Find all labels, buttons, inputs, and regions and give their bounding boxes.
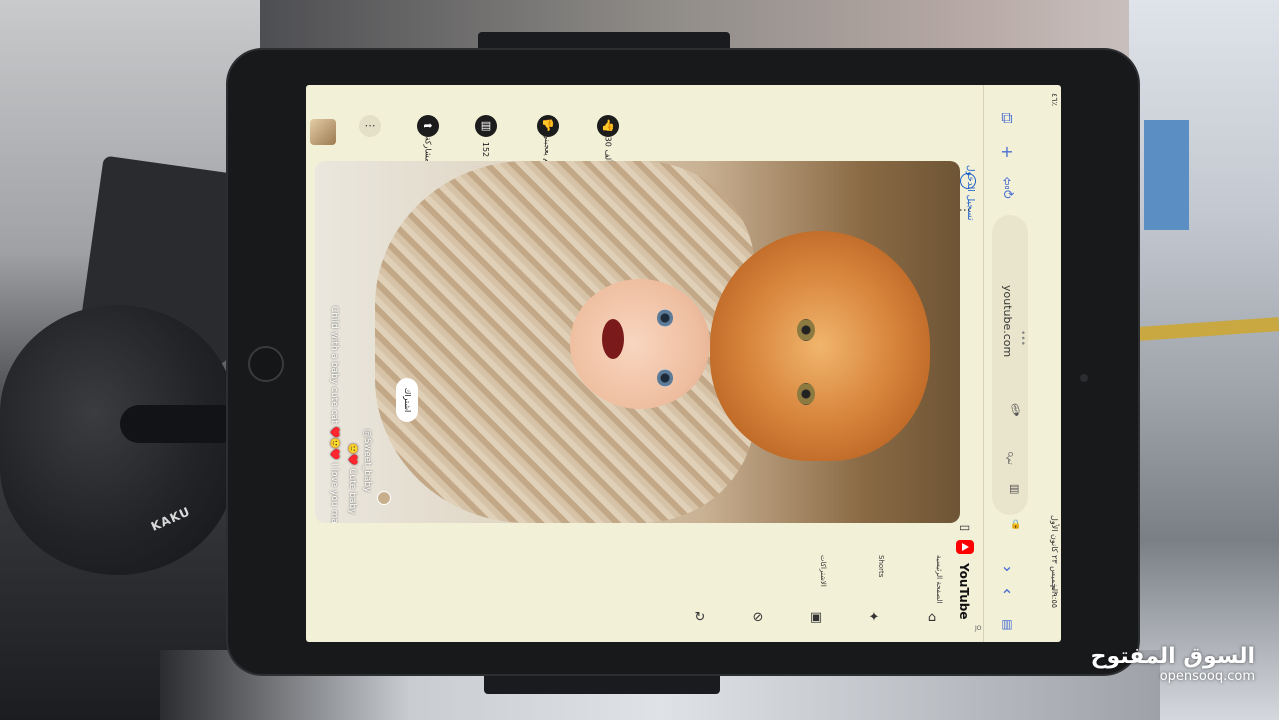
url-text[interactable]: youtube.com: [1001, 285, 1014, 357]
kebab-menu-icon[interactable]: ⋮: [958, 204, 972, 216]
more-icon: ⋯: [359, 115, 381, 137]
baby-eye: [657, 369, 673, 387]
reader-icon[interactable]: ▤: [1009, 482, 1019, 495]
sidebar-icon[interactable]: ▥: [996, 613, 1018, 635]
you-icon: ⊘: [752, 610, 764, 625]
watermark-logo: السوق المفتوح opensooq.com: [1091, 644, 1255, 684]
nav-history[interactable]: ↻: [681, 545, 721, 642]
cast-icon[interactable]: ▭: [959, 520, 970, 534]
youtube-region: JO: [975, 625, 982, 632]
comment-icon: ▤: [475, 115, 497, 137]
share-label: مشاركة: [423, 136, 433, 163]
shorts-action-bar: 👍 30 ألف 👎 لم يعجبني ▤ 152 ➦ مشاركة ⋯: [306, 85, 1061, 166]
thumbs-up-icon: 👍: [597, 115, 619, 137]
shorts-video-player[interactable]: Child with a baby cute cat ♥️🙂♥️ I love …: [315, 161, 960, 523]
chevron-up-icon[interactable]: ⌃: [996, 585, 1018, 607]
baby-mouth: [602, 319, 624, 359]
watermark-arabic: السوق المفتوح: [1090, 644, 1255, 669]
user-icon[interactable]: [960, 173, 976, 189]
baby-face: [570, 279, 710, 409]
channel-avatar[interactable]: [377, 491, 391, 505]
background-shelf-right: [1129, 0, 1279, 720]
nav-home-label: الصفحة الرئيسية: [935, 555, 943, 604]
home-button[interactable]: [248, 346, 284, 382]
nav-shorts[interactable]: ✦ Shorts: [855, 545, 895, 642]
youtube-bottom-nav: ⌂ الصفحة الرئيسية ✦ Shorts ▣ الاشتراكات …: [315, 545, 960, 642]
nav-subscriptions[interactable]: ▣ الاشتراكات: [797, 545, 837, 642]
dislike-button[interactable]: 👎 لم يعجبني: [528, 115, 568, 166]
kitten-eye: [797, 383, 815, 405]
chevron-down-icon[interactable]: ⌄: [996, 555, 1018, 577]
video-description: Child with a baby cute cat ♥️🙂♥️ I love …: [329, 306, 339, 523]
kitten-eye: [797, 319, 815, 341]
shorts-icon: ✦: [868, 610, 880, 625]
more-dots-icon[interactable]: •••: [1017, 330, 1027, 346]
done-button[interactable]: تم: [999, 439, 1021, 483]
status-date: الخميس ٢٣ كانون الأول: [1050, 515, 1059, 594]
kitten: [710, 231, 930, 461]
history-icon: ↻: [694, 610, 706, 625]
background-card: [1144, 120, 1189, 230]
video-subtitle: 🙂♥️ Cute baby: [347, 443, 357, 515]
channel-handle[interactable]: @Sweet_baby: [362, 429, 372, 492]
tablet-screen: ٩:٥٥ م الخميس ٢٣ كانون الأول ٤٦٪ ⧉ + ⇪ •…: [306, 85, 1061, 642]
subscribe-button[interactable]: اشتراك: [396, 378, 418, 422]
nav-you[interactable]: ⊘: [739, 545, 779, 642]
status-bar: ٩:٥٥ م الخميس ٢٣ كانون الأول ٤٦٪: [1035, 85, 1061, 642]
subscriptions-icon: ▣: [809, 610, 823, 625]
like-button[interactable]: 👍 30 ألف: [588, 115, 628, 162]
nav-subscriptions-label: الاشتراكات: [819, 555, 827, 587]
nav-shorts-label: Shorts: [877, 555, 885, 578]
home-icon: ⌂: [927, 610, 937, 625]
comments-count: 152: [481, 141, 491, 158]
front-camera: [1080, 374, 1088, 382]
channel-thumbnail[interactable]: [310, 119, 336, 145]
browser-toolbar: ⧉ + ⇪ ••• 🎙 ⌕ ▤ 🔒 youtube.com ⟳ تم ⌄ ⌃ ▥: [983, 85, 1035, 642]
baby-eye: [657, 309, 673, 327]
watermark-latin: opensooq.com: [1159, 669, 1255, 684]
share-button[interactable]: ➦ مشاركة: [408, 115, 448, 162]
more-options-button[interactable]: ⋯: [350, 115, 390, 137]
tablet-stand-arm: [120, 405, 240, 443]
mic-icon[interactable]: 🎙: [1008, 403, 1023, 417]
nav-home[interactable]: ⌂ الصفحة الرئيسية: [913, 545, 953, 642]
lock-icon: 🔒: [1010, 520, 1022, 530]
share-arrow-icon: ➦: [417, 115, 439, 137]
comments-button[interactable]: ▤ 152: [466, 115, 506, 158]
like-count: 30 ألف: [603, 136, 613, 163]
reload-icon[interactable]: ⟳: [998, 185, 1020, 207]
